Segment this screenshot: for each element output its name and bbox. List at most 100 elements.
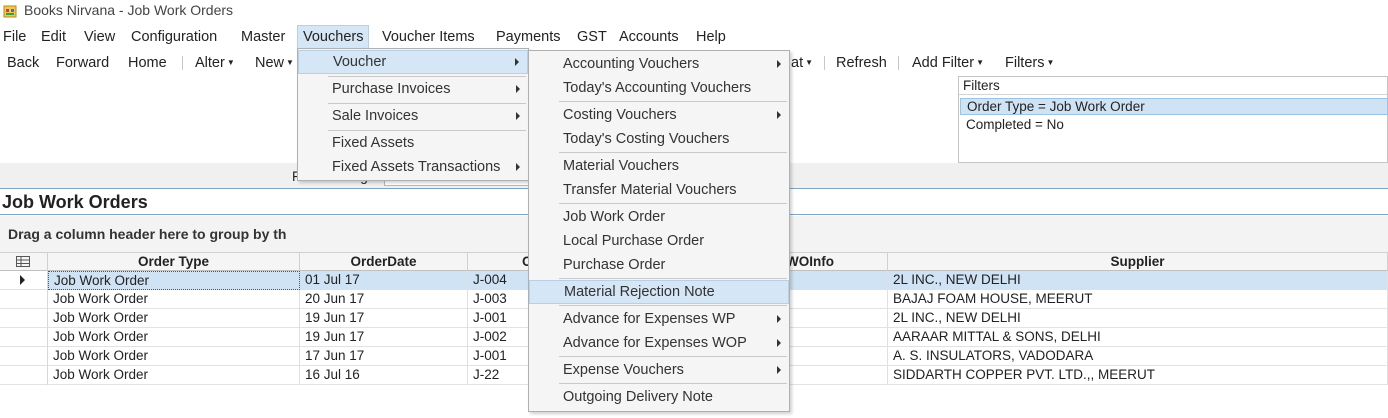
cell-order-type[interactable]: Job Work Order: [48, 347, 300, 366]
row-indicator[interactable]: [0, 366, 48, 385]
menu-vouchers[interactable]: Vouchers: [297, 25, 370, 49]
divider: [559, 278, 787, 279]
add-filter-label: Add Filter: [912, 55, 975, 71]
cell-order-date[interactable]: 16 Jul 16: [300, 366, 468, 385]
filters-panel: Filters Order Type = Job Work Order Comp…: [958, 76, 1388, 163]
row-indicator[interactable]: [0, 290, 48, 309]
submenu-item-transfer-material-vouchers[interactable]: Transfer Material Vouchers: [529, 178, 789, 202]
menu-voucher-items[interactable]: Voucher Items: [377, 25, 480, 49]
chevron-right-icon: [515, 58, 519, 66]
forward-button[interactable]: Forward: [56, 50, 109, 76]
chevron-right-icon: [777, 60, 781, 68]
column-header-supplier[interactable]: Supplier: [888, 253, 1388, 271]
new-label: New: [255, 55, 285, 71]
cell-supplier[interactable]: A. S. INSULATORS, VADODARA: [888, 347, 1388, 366]
menu-item-voucher[interactable]: Voucher: [298, 50, 528, 74]
chevron-down-icon: ▼: [976, 58, 984, 68]
menu-item-label: Costing Vouchers: [563, 107, 677, 123]
menu-item-label: Outgoing Delivery Note: [563, 389, 713, 405]
window-title: Books Nirvana - Job Work Orders: [24, 2, 234, 18]
filters-label: Filters: [1005, 55, 1045, 71]
format-button[interactable]: at ▼: [791, 50, 813, 76]
cell-order-type[interactable]: Job Work Order: [48, 328, 300, 347]
toolbar-separator: [898, 56, 899, 70]
chevron-right-icon: [516, 163, 520, 171]
submenu-item-todays-costing-vouchers[interactable]: Today's Costing Vouchers: [529, 127, 789, 151]
divider: [559, 383, 787, 384]
menu-gst[interactable]: GST: [572, 25, 612, 49]
menu-item-fixed-assets-transactions[interactable]: Fixed Assets Transactions: [298, 155, 528, 179]
menu-view[interactable]: View: [79, 25, 120, 49]
menu-item-label: Transfer Material Vouchers: [563, 182, 737, 198]
menu-file[interactable]: File: [0, 25, 31, 49]
menu-accounts[interactable]: Accounts: [614, 25, 684, 49]
cell-supplier[interactable]: 2L INC., NEW DELHI: [888, 309, 1388, 328]
submenu-item-material-rejection-note[interactable]: Material Rejection Note: [529, 280, 789, 304]
refresh-button[interactable]: Refresh: [836, 50, 887, 76]
menu-item-purchase-invoices[interactable]: Purchase Invoices: [298, 77, 528, 101]
filter-row[interactable]: Completed = No: [960, 116, 1388, 133]
cell-order-date[interactable]: 20 Jun 17: [300, 290, 468, 309]
new-button[interactable]: New ▼: [255, 50, 294, 76]
column-header-order-date[interactable]: OrderDate: [300, 253, 468, 271]
menu-edit[interactable]: Edit: [36, 25, 71, 49]
column-chooser[interactable]: [0, 253, 48, 271]
grid-icon: [16, 256, 30, 267]
filter-row[interactable]: Order Type = Job Work Order: [960, 98, 1388, 115]
alter-button[interactable]: Alter ▼: [195, 50, 235, 76]
divider: [559, 203, 787, 204]
menu-payments[interactable]: Payments: [491, 25, 565, 49]
cell-order-type[interactable]: Job Work Order: [48, 309, 300, 328]
menu-help[interactable]: Help: [691, 25, 731, 49]
cell-supplier[interactable]: BAJAJ FOAM HOUSE, MEERUT: [888, 290, 1388, 309]
menu-bar: File Edit View Configuration Master Vouc…: [0, 25, 1388, 49]
current-row-arrow-icon: [20, 275, 25, 285]
filters-button[interactable]: Filters ▼: [1005, 50, 1054, 76]
submenu-item-local-purchase-order[interactable]: Local Purchase Order: [529, 229, 789, 253]
submenu-item-job-work-order[interactable]: Job Work Order: [529, 205, 789, 229]
cell-order-date[interactable]: 19 Jun 17: [300, 309, 468, 328]
submenu-item-material-vouchers[interactable]: Material Vouchers: [529, 154, 789, 178]
row-indicator[interactable]: [0, 309, 48, 328]
submenu-item-todays-accounting-vouchers[interactable]: Today's Accounting Vouchers: [529, 76, 789, 100]
cell-order-type[interactable]: Job Work Order: [48, 290, 300, 309]
menu-item-label: Purchase Order: [563, 257, 666, 273]
cell-order-type[interactable]: Job Work Order: [48, 366, 300, 385]
menu-item-fixed-assets[interactable]: Fixed Assets: [298, 131, 528, 155]
cell-supplier[interactable]: AARAAR MITTAL & SONS, DELHI: [888, 328, 1388, 347]
cell-supplier[interactable]: SIDDARTH COPPER PVT. LTD.,, MEERUT: [888, 366, 1388, 385]
cell-supplier[interactable]: 2L INC., NEW DELHI: [888, 271, 1388, 290]
menu-item-label: Accounting Vouchers: [563, 56, 700, 72]
row-indicator[interactable]: [0, 271, 48, 290]
menu-item-sale-invoices[interactable]: Sale Invoices: [298, 104, 528, 128]
grid-title: Job Work Orders: [2, 192, 148, 212]
menu-item-label: Purchase Invoices: [332, 81, 451, 97]
menu-item-label: Fixed Assets Transactions: [332, 159, 501, 175]
chevron-right-icon: [516, 85, 520, 93]
menu-item-label: Expense Vouchers: [563, 362, 684, 378]
submenu-item-costing-vouchers[interactable]: Costing Vouchers: [529, 103, 789, 127]
submenu-item-purchase-order[interactable]: Purchase Order: [529, 253, 789, 277]
add-filter-button[interactable]: Add Filter ▼: [912, 50, 984, 76]
submenu-item-expense-vouchers[interactable]: Expense Vouchers: [529, 358, 789, 382]
row-indicator[interactable]: [0, 328, 48, 347]
cell-order-date[interactable]: 17 Jun 17: [300, 347, 468, 366]
format-label: at: [791, 55, 804, 71]
chevron-right-icon: [777, 111, 781, 119]
back-button[interactable]: Back: [7, 50, 39, 76]
submenu-item-advance-for-expenses-wp[interactable]: Advance for Expenses WP: [529, 307, 789, 331]
app-icon: [3, 5, 17, 18]
chevron-right-icon: [777, 339, 781, 347]
group-hint: Drag a column header here to group by th: [8, 226, 287, 242]
submenu-item-advance-for-expenses-wop[interactable]: Advance for Expenses WOP: [529, 331, 789, 355]
menu-master[interactable]: Master: [236, 25, 290, 49]
cell-order-type[interactable]: Job Work Order: [48, 271, 300, 290]
home-button[interactable]: Home: [128, 50, 167, 76]
row-indicator[interactable]: [0, 347, 48, 366]
menu-configuration[interactable]: Configuration: [126, 25, 222, 49]
cell-order-date[interactable]: 01 Jul 17: [300, 271, 468, 290]
cell-order-date[interactable]: 19 Jun 17: [300, 328, 468, 347]
submenu-item-outgoing-delivery-note[interactable]: Outgoing Delivery Note: [529, 385, 789, 409]
column-header-order-type[interactable]: Order Type: [48, 253, 300, 271]
submenu-item-accounting-vouchers[interactable]: Accounting Vouchers: [529, 52, 789, 76]
